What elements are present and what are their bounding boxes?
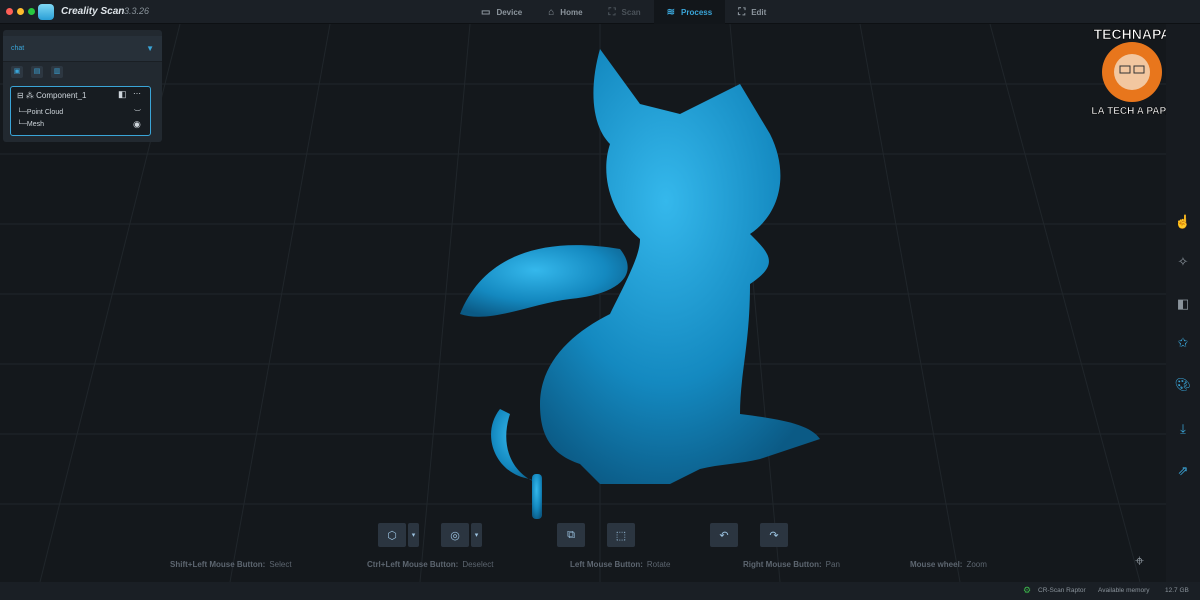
memory-label: Available memory — [1098, 587, 1150, 594]
magic-wand-icon[interactable]: ✧ — [1174, 253, 1192, 271]
svg-text:TECHNAPA: TECHNAPA — [1094, 26, 1166, 42]
star-mesh-icon[interactable]: ✩ — [1174, 334, 1192, 352]
redo-button[interactable]: ↷ — [760, 523, 788, 547]
hint-rotate: Left Mouse Button: Rotate — [570, 560, 670, 569]
hint-key: Left Mouse Button: — [570, 560, 643, 569]
hint-pan: Right Mouse Button: Pan — [743, 560, 840, 569]
folder-icon[interactable]: ▤ — [31, 66, 43, 78]
cat-mesh-model[interactable] — [440, 44, 840, 524]
tab-home[interactable]: ⌂ Home — [535, 0, 595, 24]
select-mode-dropdown[interactable]: ▾ — [408, 523, 419, 547]
component-name: Component_1 — [36, 91, 87, 100]
technapa-watermark-logo: TECHNAPA LA TECH A PAPA — [1091, 26, 1166, 118]
select-icon: ⬡ — [387, 529, 397, 542]
undo-button[interactable]: ↶ — [710, 523, 738, 547]
right-toolbar: ☝ ✧ ◧ ✩ 🎨︎ ⤓ ⇗ — [1166, 24, 1200, 582]
delete-selection-icon: ⬚ — [615, 529, 627, 542]
eye-icon[interactable]: ◉ — [133, 119, 141, 130]
project-select[interactable]: chat ▼ — [3, 36, 162, 62]
tab-label: Scan — [621, 7, 641, 17]
delete-selection-button[interactable]: ⬚ — [607, 523, 635, 547]
memory-value: 12.7 GB — [1165, 587, 1189, 594]
tree-item-point-cloud[interactable]: └─Point Cloud — [17, 109, 63, 116]
item-label: Point Cloud — [26, 109, 64, 116]
app-title: Creality Scan — [61, 6, 125, 17]
hint-select: Shift+Left Mouse Button: Select — [170, 560, 292, 569]
scan-icon: ⛶ — [608, 6, 616, 18]
hint-action: Rotate — [646, 560, 671, 569]
tree-item-mesh[interactable]: └─Mesh — [17, 121, 44, 128]
hint-action: Pan — [825, 560, 840, 569]
app-logo-icon — [38, 4, 54, 20]
title-bar: Creality Scan 3.3.26 ▭ Device ⌂ Home ⛶ Scan… — [0, 0, 1200, 24]
tab-scan[interactable]: ⛶ Scan — [596, 0, 654, 24]
svg-text:LA TECH A PAPA: LA TECH A PAPA — [1091, 106, 1166, 117]
hint-zoom: Mouse wheel: Zoom — [910, 560, 987, 569]
status-bar: ⚙ CR-Scan Raptor Available memory 12.7 G… — [0, 582, 1200, 600]
touch-select-icon[interactable]: ☝ — [1174, 213, 1192, 231]
add-icon[interactable]: ▣ — [11, 66, 23, 78]
project-panel: chat ▼ ▣ ▤ ▥ ⊟ ⁂ Component_1 ◧ ⋯ └─Point … — [3, 30, 162, 142]
3d-viewport[interactable]: TECHNAPA LA TECH A PAPA — [0, 24, 1166, 582]
chevron-down-icon: ▼ — [146, 44, 154, 53]
undo-icon: ↶ — [719, 529, 729, 542]
recenter-view-icon[interactable]: ⌖ — [1135, 553, 1144, 571]
close-window-button[interactable] — [6, 8, 13, 15]
invert-selection-icon: ⧉ — [567, 528, 575, 541]
hint-key: Mouse wheel: — [910, 560, 963, 569]
device-connected-icon: ⚙ — [1023, 585, 1032, 595]
tab-label: Home — [560, 7, 583, 17]
tab-device[interactable]: ▭ Device — [468, 0, 535, 24]
eye-closed-icon[interactable]: ︶ — [134, 108, 141, 118]
minimize-window-button[interactable] — [17, 8, 24, 15]
invert-selection-button[interactable]: ⧉ — [557, 523, 585, 547]
component-row[interactable]: ⊟ ⁂ Component_1 — [17, 91, 86, 100]
process-icon: ≋ — [666, 6, 676, 18]
more-options-icon[interactable]: ⋯ — [133, 89, 141, 98]
download-icon[interactable]: ⤓ — [1174, 420, 1192, 438]
palette-icon[interactable]: 🎨︎ — [1174, 376, 1192, 394]
hint-action: Zoom — [966, 560, 987, 569]
import-icon[interactable]: ▥ — [51, 66, 63, 78]
select-mode-button[interactable]: ⬡ — [378, 523, 406, 547]
hint-action: Select — [269, 560, 292, 569]
maximize-window-button[interactable] — [28, 8, 35, 15]
hint-deselect: Ctrl+Left Mouse Button: Deselect — [367, 560, 493, 569]
home-icon: ⌂ — [548, 6, 555, 18]
compare-icon[interactable]: ◧ — [1174, 295, 1192, 313]
hint-key: Shift+Left Mouse Button: — [170, 560, 266, 569]
hint-key: Right Mouse Button: — [743, 560, 822, 569]
tab-label: Edit — [751, 7, 767, 17]
chevron-down-icon: ▾ — [474, 532, 479, 539]
hint-key: Ctrl+Left Mouse Button: — [367, 560, 459, 569]
lasso-select-button[interactable]: ◎ — [441, 523, 469, 547]
app-version: 3.3.26 — [124, 6, 150, 16]
edit-icon: ⛶ — [738, 6, 746, 18]
item-label: Mesh — [26, 121, 45, 128]
redo-icon: ↷ — [769, 529, 779, 542]
tab-label: Device — [496, 7, 523, 17]
tab-label: Process — [681, 7, 713, 17]
device-icon: ▭ — [481, 6, 491, 18]
export-icon[interactable]: ⇗ — [1174, 462, 1192, 480]
hint-action: Deselect — [462, 560, 494, 569]
lasso-icon: ◎ — [450, 529, 460, 542]
tab-process[interactable]: ≋ Process — [653, 0, 726, 24]
tab-edit[interactable]: ⛶ Edit — [725, 0, 779, 24]
compare-icon[interactable]: ◧ — [118, 89, 127, 100]
component-tree: ⊟ ⁂ Component_1 ◧ ⋯ └─Point Cloud ︶ └─Me… — [10, 86, 151, 136]
lasso-select-dropdown[interactable]: ▾ — [471, 523, 482, 547]
chevron-down-icon: ▾ — [411, 532, 416, 539]
project-name: chat — [11, 45, 25, 52]
device-name: CR-Scan Raptor — [1038, 587, 1086, 594]
